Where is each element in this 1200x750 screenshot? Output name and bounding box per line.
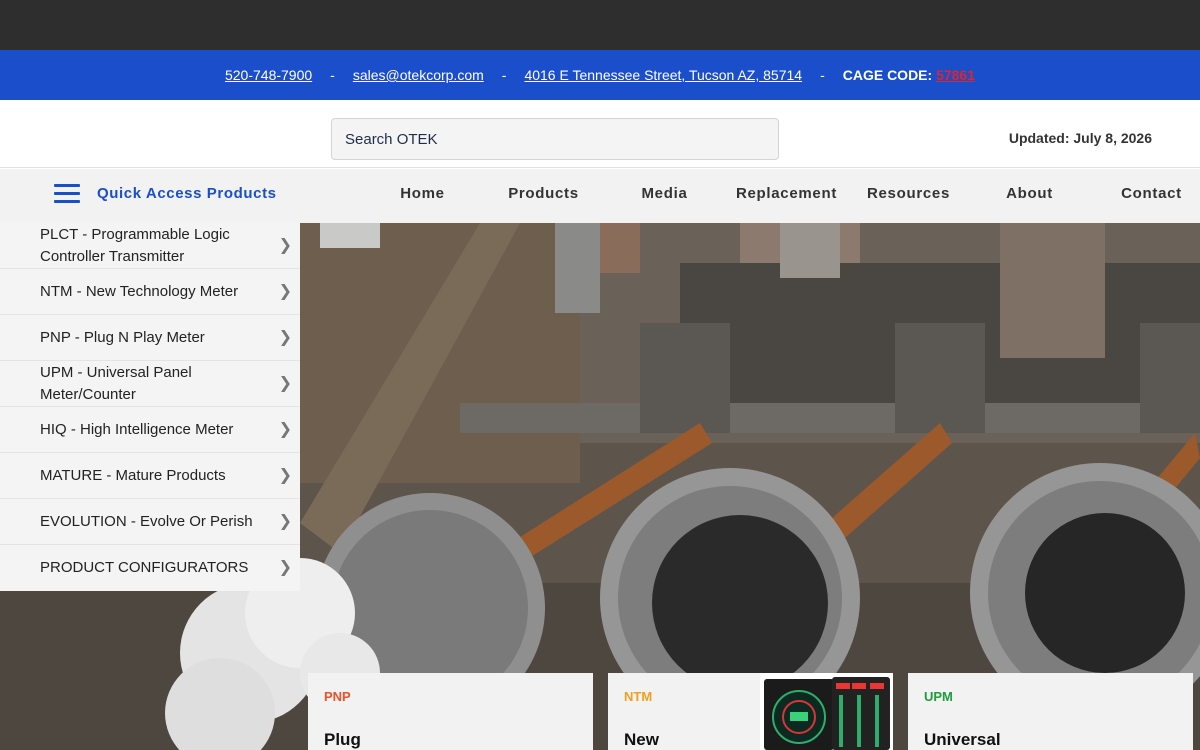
- updated-date: Updated: July 8, 2026: [1008, 130, 1152, 146]
- nav-media[interactable]: Media: [604, 185, 725, 202]
- cage-code-label: CAGE CODE:: [842, 67, 933, 83]
- card-code: NTM: [624, 689, 653, 704]
- chevron-right-icon: ❯: [278, 466, 292, 484]
- search-input[interactable]: Search OTEK: [331, 118, 779, 160]
- card-code: PNP: [324, 689, 351, 704]
- card-title: New: [624, 730, 659, 749]
- menu-item-label: MATURE - Mature Products: [40, 466, 226, 484]
- menu-item-label: PRODUCT CONFIGURATORS: [40, 559, 249, 576]
- nav-products[interactable]: Products: [483, 185, 604, 202]
- nav-contact[interactable]: Contact: [1091, 185, 1200, 202]
- chevron-right-icon: ❯: [278, 374, 292, 392]
- menu-item-label: UPM - Universal Panel Meter/Counter: [40, 363, 192, 403]
- card-title: Universal: [924, 730, 1001, 749]
- address-link[interactable]: 4016 E Tennessee Street, Tucson AZ, 8571…: [524, 67, 802, 83]
- menu-item-mature[interactable]: MATURE - Mature Products ❯: [0, 453, 300, 499]
- nav-home[interactable]: Home: [362, 185, 483, 202]
- menu-item-upm[interactable]: UPM - Universal Panel Meter/Counter ❯: [0, 361, 300, 407]
- card-title: Plug: [324, 730, 361, 749]
- nav-resources[interactable]: Resources: [848, 185, 969, 202]
- separator: -: [330, 67, 335, 83]
- phone-link[interactable]: 520-748-7900: [225, 67, 312, 83]
- nav-about[interactable]: About: [969, 185, 1090, 202]
- top-dark-bar: [0, 0, 1200, 50]
- chevron-right-icon: ❯: [278, 328, 292, 346]
- cage-code-link[interactable]: 57861: [936, 67, 975, 83]
- separator: -: [501, 67, 507, 83]
- menu-item-label: NTM - New Technology Meter: [40, 282, 239, 300]
- menu-item-hiq[interactable]: HIQ - High Intelligence Meter ❯: [0, 407, 300, 453]
- card-code: UPM: [924, 689, 953, 704]
- ntm-meter-product-image: [760, 673, 893, 750]
- main-nav: Quick Access Products Home Products Medi…: [0, 169, 1200, 223]
- search-placeholder: Search OTEK: [345, 130, 438, 148]
- email-link[interactable]: sales@otekcorp.com: [353, 67, 484, 83]
- hamburger-menu-icon[interactable]: [54, 184, 80, 204]
- menu-item-label: PLCT - Programmable Logic Controller Tra…: [40, 225, 230, 265]
- menu-item-label: EVOLUTION - Evolve Or Perish: [40, 512, 253, 530]
- chevron-right-icon: ❯: [278, 236, 292, 254]
- menu-item-pnp[interactable]: PNP - Plug N Play Meter ❯: [0, 315, 300, 361]
- menu-item-evolution[interactable]: EVOLUTION - Evolve Or Perish ❯: [0, 499, 300, 545]
- menu-item-label: HIQ - High Intelligence Meter: [40, 420, 234, 438]
- menu-item-product-configurators[interactable]: PRODUCT CONFIGURATORS ❯: [0, 545, 300, 591]
- chevron-right-icon: ❯: [278, 512, 292, 530]
- menu-item-plct[interactable]: PLCT - Programmable Logic Controller Tra…: [0, 223, 300, 269]
- nav-replacement[interactable]: Replacement: [726, 185, 847, 202]
- search-row: Search OTEK Updated: July 8, 2026: [0, 100, 1200, 168]
- product-card-pnp[interactable]: PNP Plug: [308, 673, 593, 750]
- quick-access-menu: PLCT - Programmable Logic Controller Tra…: [0, 223, 300, 591]
- menu-item-ntm[interactable]: NTM - New Technology Meter ❯: [0, 269, 300, 315]
- chevron-right-icon: ❯: [278, 282, 292, 300]
- chevron-right-icon: ❯: [278, 420, 292, 438]
- product-card-upm[interactable]: UPM Universal: [908, 673, 1193, 750]
- menu-item-label: PNP - Plug N Play Meter: [40, 328, 205, 346]
- chevron-right-icon: ❯: [278, 559, 292, 576]
- contact-bar: 520-748-7900 - sales@otekcorp.com - 4016…: [0, 50, 1200, 100]
- separator: -: [820, 67, 825, 83]
- quick-access-products-link[interactable]: Quick Access Products: [97, 185, 277, 202]
